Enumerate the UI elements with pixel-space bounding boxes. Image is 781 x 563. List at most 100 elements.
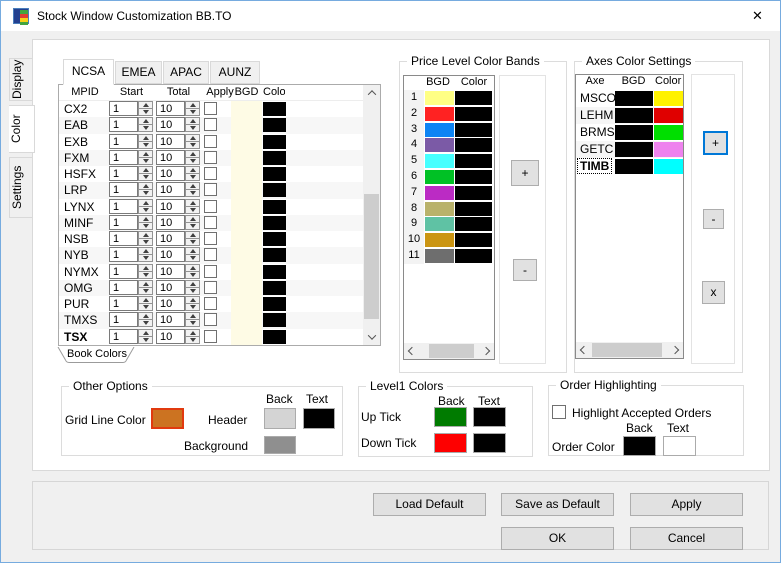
start-spinner-down-icon[interactable] (138, 174, 153, 181)
total-spinner-up-icon[interactable] (185, 231, 200, 239)
bgd-swatch[interactable] (231, 199, 262, 215)
start-spinner-up-icon[interactable] (138, 134, 153, 142)
color-swatch[interactable] (263, 118, 286, 132)
total-spinner-up-icon[interactable] (185, 101, 200, 109)
bgd-swatch[interactable] (231, 264, 262, 280)
start-spinner-value[interactable]: 1 (109, 166, 138, 181)
total-spinner-down-icon[interactable] (185, 239, 200, 246)
total-spinner-down-icon[interactable] (185, 255, 200, 262)
bgd-swatch[interactable] (231, 117, 262, 133)
total-spinner-down-icon[interactable] (185, 142, 200, 149)
axes-delete-button[interactable]: x (702, 281, 725, 304)
band-bgd-swatch[interactable] (425, 138, 454, 152)
total-spinner-value[interactable]: 10 (156, 280, 185, 295)
scroll-thumb[interactable] (592, 343, 662, 357)
tab-color[interactable]: Color (9, 105, 35, 153)
start-spinner-up-icon[interactable] (138, 215, 153, 223)
apply-button[interactable]: Apply (630, 493, 743, 516)
color-swatch[interactable] (263, 135, 286, 149)
price-band-remove-button[interactable]: - (513, 259, 537, 281)
total-spinner-up-icon[interactable] (185, 280, 200, 288)
total-spinner-value[interactable]: 10 (156, 101, 185, 116)
tick-text-swatch[interactable] (473, 407, 506, 427)
start-spinner-value[interactable]: 1 (109, 329, 138, 344)
band-color-swatch[interactable] (455, 107, 492, 121)
color-swatch[interactable] (263, 297, 286, 311)
start-spinner-down-icon[interactable] (138, 158, 153, 165)
start-spinner-value[interactable]: 1 (109, 199, 138, 214)
tab-aunz[interactable]: AUNZ (210, 61, 260, 84)
start-spinner-down-icon[interactable] (138, 337, 153, 344)
apply-checkbox[interactable] (204, 297, 217, 310)
start-spinner-value[interactable]: 1 (109, 280, 138, 295)
band-color-swatch[interactable] (455, 91, 492, 105)
total-spinner-value[interactable]: 10 (156, 296, 185, 311)
start-spinner-down-icon[interactable] (138, 320, 153, 327)
color-swatch[interactable] (263, 232, 286, 246)
start-spinner-up-icon[interactable] (138, 296, 153, 304)
order-back-swatch[interactable] (623, 436, 656, 456)
total-spinner-up-icon[interactable] (185, 182, 200, 190)
start-spinner-up-icon[interactable] (138, 280, 153, 288)
total-spinner-up-icon[interactable] (185, 166, 200, 174)
book-colors-tab[interactable]: Book Colors (57, 347, 137, 364)
total-spinner-down-icon[interactable] (185, 337, 200, 344)
bgd-swatch[interactable] (231, 215, 262, 231)
total-spinner-up-icon[interactable] (185, 134, 200, 142)
total-spinner-up-icon[interactable] (185, 215, 200, 223)
color-swatch[interactable] (263, 248, 286, 262)
axes-add-button[interactable]: + (703, 131, 728, 155)
band-bgd-swatch[interactable] (425, 249, 454, 263)
tab-emea[interactable]: EMEA (115, 61, 162, 84)
start-spinner-value[interactable]: 1 (109, 134, 138, 149)
axe-color-swatch[interactable] (654, 91, 683, 106)
total-spinner-down-icon[interactable] (185, 109, 200, 116)
start-spinner-value[interactable]: 1 (109, 247, 138, 262)
start-spinner-down-icon[interactable] (138, 272, 153, 279)
bgd-swatch[interactable] (231, 312, 262, 328)
apply-checkbox[interactable] (204, 248, 217, 261)
band-color-swatch[interactable] (455, 138, 492, 152)
band-bgd-swatch[interactable] (425, 202, 454, 216)
axe-bgd-swatch[interactable] (615, 159, 653, 174)
tab-ncsa[interactable]: NCSA (63, 59, 114, 85)
apply-checkbox[interactable] (204, 102, 217, 115)
total-spinner-down-icon[interactable] (185, 288, 200, 295)
axe-color-swatch[interactable] (654, 108, 683, 123)
start-spinner-down-icon[interactable] (138, 255, 153, 262)
start-spinner-value[interactable]: 1 (109, 312, 138, 327)
total-spinner-value[interactable]: 10 (156, 231, 185, 246)
start-spinner-value[interactable]: 1 (109, 182, 138, 197)
apply-checkbox[interactable] (204, 183, 217, 196)
axe-color-swatch[interactable] (654, 142, 683, 157)
axe-bgd-swatch[interactable] (615, 125, 653, 140)
total-spinner-value[interactable]: 10 (156, 264, 185, 279)
band-color-swatch[interactable] (455, 123, 492, 137)
total-spinner-up-icon[interactable] (185, 150, 200, 158)
header-text-swatch[interactable] (303, 408, 335, 429)
total-spinner-up-icon[interactable] (185, 329, 200, 337)
axe-bgd-swatch[interactable] (615, 108, 653, 123)
bgd-swatch[interactable] (231, 231, 262, 247)
color-swatch[interactable] (263, 281, 286, 295)
bgd-swatch[interactable] (231, 182, 262, 198)
header-back-swatch[interactable] (264, 408, 296, 429)
apply-checkbox[interactable] (204, 151, 217, 164)
scroll-thumb[interactable] (364, 194, 379, 319)
total-spinner-down-icon[interactable] (185, 190, 200, 197)
ok-button[interactable]: OK (501, 527, 614, 550)
color-swatch[interactable] (263, 313, 286, 327)
start-spinner-value[interactable]: 1 (109, 231, 138, 246)
tick-back-swatch[interactable] (434, 407, 467, 427)
apply-checkbox[interactable] (204, 232, 217, 245)
band-bgd-swatch[interactable] (425, 217, 454, 231)
total-spinner-up-icon[interactable] (185, 264, 200, 272)
start-spinner-down-icon[interactable] (138, 207, 153, 214)
band-color-swatch[interactable] (455, 217, 492, 231)
total-spinner-up-icon[interactable] (185, 312, 200, 320)
book-table-scrollbar[interactable] (363, 85, 380, 345)
band-bgd-swatch[interactable] (425, 107, 454, 121)
total-spinner-value[interactable]: 10 (156, 150, 185, 165)
start-spinner-up-icon[interactable] (138, 166, 153, 174)
save-as-default-button[interactable]: Save as Default (501, 493, 614, 516)
